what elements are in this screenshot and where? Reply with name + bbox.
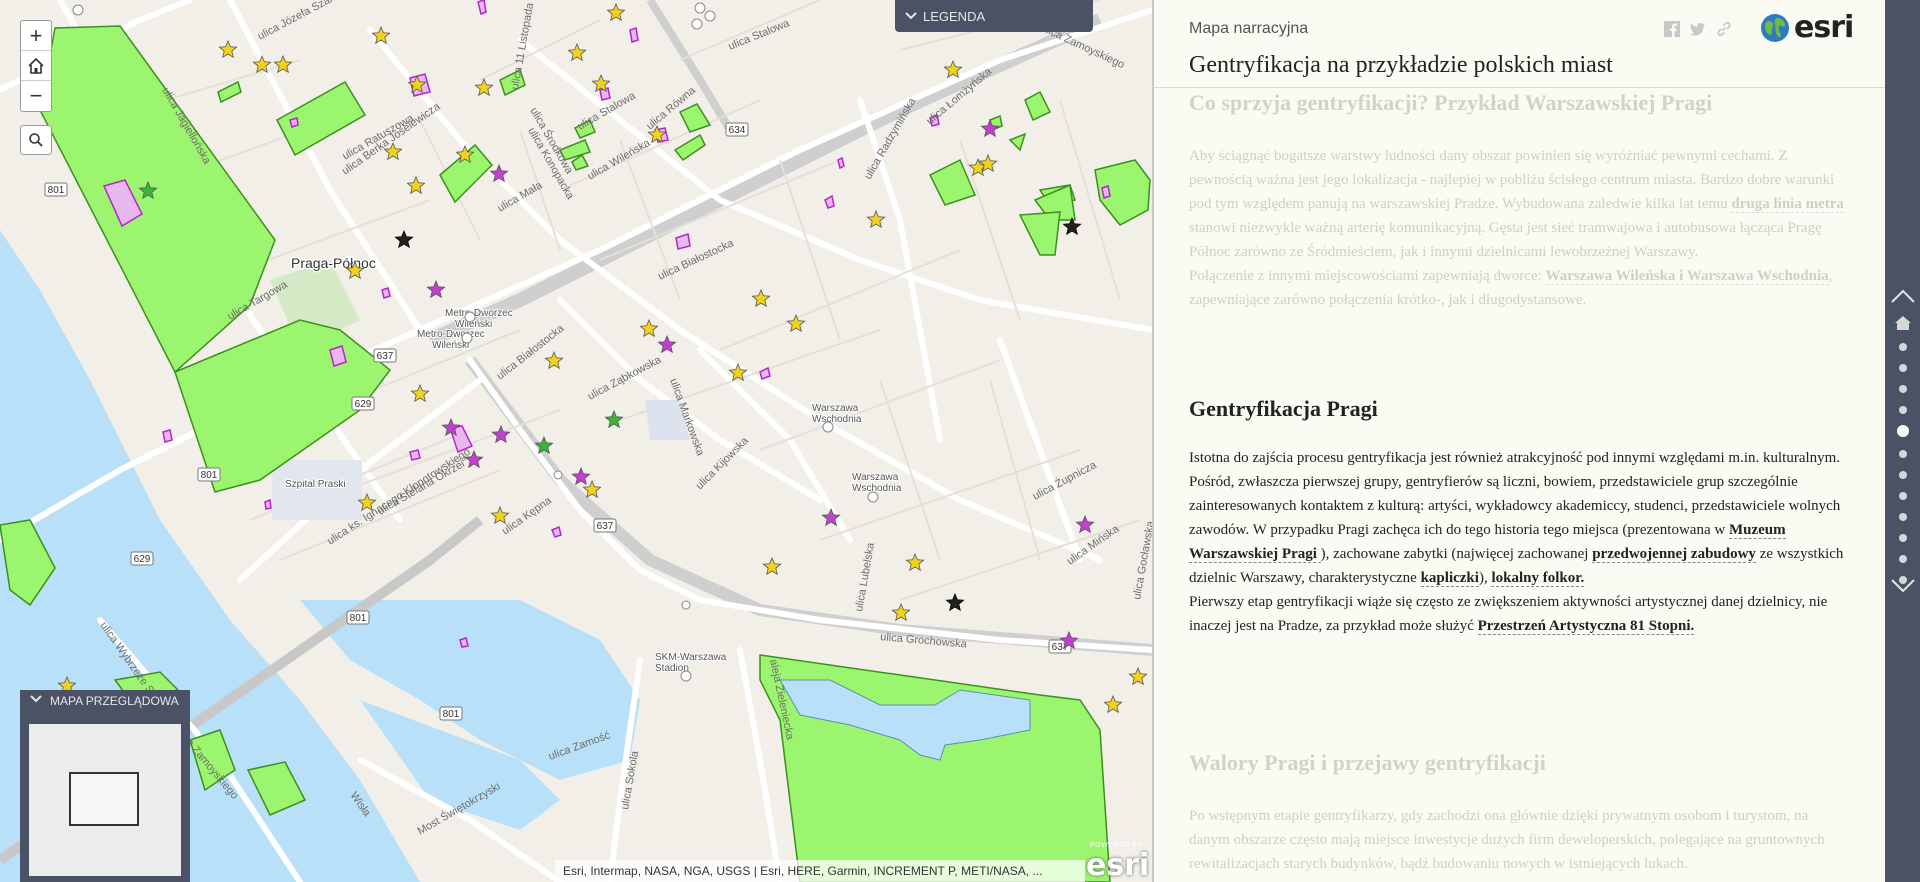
- facebook-icon[interactable]: [1664, 21, 1680, 37]
- section-nav-dot[interactable]: [1899, 555, 1907, 563]
- map-view[interactable]: 634 801 637 629 801 637 629 801 801 637 …: [0, 0, 1152, 882]
- metro-link[interactable]: druga linia metra: [1731, 196, 1844, 213]
- overview-extent-box[interactable]: [69, 772, 139, 826]
- svg-text:SKM-Warszawa: SKM-Warszawa: [655, 652, 727, 663]
- powered-by-esri-logo[interactable]: POWERED BY esri: [1082, 838, 1149, 882]
- svg-text:801: 801: [48, 185, 65, 196]
- section-nav-dot[interactable]: [1899, 343, 1907, 351]
- svg-text:Warszawa: Warszawa: [852, 472, 899, 483]
- chevron-up-icon: [1891, 289, 1915, 303]
- app-title: Gentryfikacja na przykładzie polskich mi…: [1189, 52, 1613, 78]
- svg-text:Wschodnia: Wschodnia: [812, 414, 862, 425]
- previous-section-button[interactable]: [1890, 288, 1916, 304]
- panel-header: Mapa narracyjna Gentryfikacja na przykła…: [1154, 0, 1885, 88]
- svg-text:801: 801: [201, 470, 218, 481]
- section-nav-dot[interactable]: [1899, 471, 1907, 479]
- legend-label: LEGENDA: [923, 8, 986, 24]
- section-paragraph: Istotna do zajścia procesu gentryfikacja…: [1189, 450, 1844, 587]
- chevron-down-icon: [30, 695, 42, 703]
- prewar-buildings-link[interactable]: przedwojennej zabudowy: [1592, 546, 1756, 563]
- section-nav-dot[interactable]: [1897, 425, 1909, 437]
- section-gentrification-praga: Gentryfikacja Pragi Istotna do zajścia p…: [1189, 396, 1849, 638]
- chevron-down-icon: [905, 12, 917, 20]
- section-heading: Walory Pragi i przejawy gentryfikacji: [1189, 750, 1546, 775]
- section-praga-example: Co sprzyja gentryfikacji? Przykład Warsz…: [1189, 90, 1849, 312]
- next-section-button[interactable]: [1890, 578, 1916, 594]
- overview-toggle[interactable]: MAPA PRZEGLĄDOWA: [20, 690, 190, 724]
- section-nav-dot[interactable]: [1899, 492, 1907, 500]
- svg-text:Szpital Praski: Szpital Praski: [285, 479, 346, 490]
- esri-logo[interactable]: esri: [1760, 10, 1854, 45]
- section-paragraph: Aby ściągnąć bogatsze warstwy ludności d…: [1189, 148, 1844, 260]
- story-panel[interactable]: Mapa narracyjna Gentryfikacja na przykła…: [1152, 0, 1885, 882]
- section-nav-dot[interactable]: [1899, 385, 1907, 393]
- map-attribution[interactable]: Esri, Intermap, NASA, NGA, USGS | Esri, …: [555, 860, 1085, 882]
- link-icon[interactable]: [1716, 21, 1732, 37]
- map-search-button[interactable]: [20, 125, 52, 155]
- section-paragraph: Pierwszy etap gentryfikacji wiąże się cz…: [1189, 594, 1828, 635]
- section-heading: Gentryfikacja Pragi: [1189, 396, 1378, 421]
- chevron-down-icon: [1891, 579, 1915, 593]
- overview-map[interactable]: [29, 724, 181, 876]
- stations-link[interactable]: Warszawa Wileńska i Warszawa Wschodnia: [1545, 268, 1829, 285]
- svg-text:Wschodnia: Wschodnia: [852, 483, 902, 494]
- section-praga-values: Walory Pragi i przejawy gentryfikacji Po…: [1189, 750, 1849, 876]
- overview-label: MAPA PRZEGLĄDOWA: [50, 694, 179, 708]
- svg-text:634: 634: [729, 125, 746, 136]
- art-space-link[interactable]: Przestrzeń Artystyczna 81 Stopni.: [1477, 618, 1695, 635]
- section-nav-dot[interactable]: [1899, 450, 1907, 458]
- zoom-in-button[interactable]: +: [21, 21, 51, 51]
- section-nav-dot[interactable]: [1899, 534, 1907, 542]
- section-heading: Co sprzyja gentryfikacji? Przykład Warsz…: [1189, 90, 1713, 115]
- overview-map-panel: MAPA PRZEGLĄDOWA: [20, 690, 190, 882]
- svg-text:801: 801: [350, 613, 367, 624]
- home-section-button[interactable]: [1890, 316, 1916, 330]
- twitter-icon[interactable]: [1690, 21, 1706, 37]
- home-icon: [28, 57, 44, 74]
- globe-icon: [1761, 13, 1789, 42]
- section-nav-dot[interactable]: [1899, 406, 1907, 414]
- svg-text:801: 801: [443, 709, 460, 720]
- svg-text:637: 637: [377, 351, 394, 362]
- svg-text:Metro-Dworzec: Metro-Dworzec: [417, 329, 485, 340]
- legend-toggle[interactable]: LEGENDA: [895, 0, 1093, 32]
- section-nav-dot[interactable]: [1899, 364, 1907, 372]
- svg-text:Metro-Dworzec: Metro-Dworzec: [445, 308, 513, 319]
- story-navigation-rail: [1885, 0, 1920, 882]
- share-links: [1664, 21, 1732, 37]
- section-paragraph: Połączenie z innymi miejscowościami zape…: [1189, 268, 1833, 308]
- app-subtitle: Mapa narracyjna: [1189, 20, 1309, 37]
- svg-text:Warszawa: Warszawa: [812, 403, 859, 414]
- zoom-out-button[interactable]: −: [21, 81, 51, 111]
- zoom-control: + −: [20, 20, 52, 112]
- svg-text:629: 629: [355, 399, 372, 410]
- home-button[interactable]: [21, 51, 51, 81]
- section-paragraph: Po wstępnym etapie gentryfikarzy, gdy za…: [1189, 808, 1825, 872]
- svg-text:637: 637: [597, 521, 614, 532]
- folklore-link[interactable]: lokalny folkor.: [1491, 570, 1585, 587]
- shrines-link[interactable]: kapliczki: [1420, 570, 1479, 587]
- section-nav-dot[interactable]: [1899, 513, 1907, 521]
- home-icon: [1895, 316, 1911, 330]
- svg-text:629: 629: [134, 554, 151, 565]
- search-icon: [29, 133, 43, 147]
